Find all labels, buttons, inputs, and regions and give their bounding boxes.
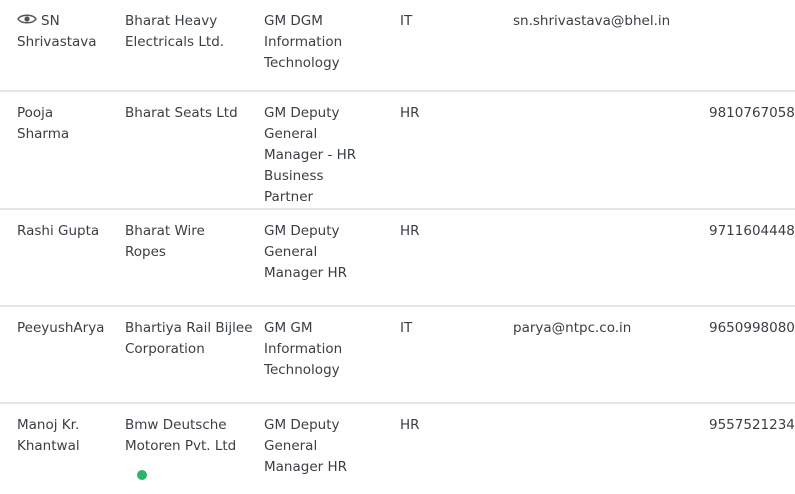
- email-link[interactable]: sn.shrivastava@bhel.in: [513, 0, 703, 32]
- email-link[interactable]: [513, 210, 703, 221]
- designation: GM GM Information Technology: [264, 320, 343, 378]
- contact-name[interactable]: Rashi Gupta: [17, 210, 117, 242]
- company-name: Bharat Seats Ltd: [125, 105, 238, 121]
- table-row[interactable]: PeeyushArya Bhartiya Rail Bijlee Corpora…: [0, 307, 795, 404]
- eye-icon[interactable]: [17, 12, 37, 26]
- department: HR: [400, 417, 420, 433]
- designation: GM Deputy General Manager - HR Business …: [264, 105, 357, 205]
- online-status-dot: [137, 470, 147, 480]
- department: HR: [400, 105, 420, 121]
- email-link[interactable]: [513, 404, 703, 415]
- department: IT: [400, 320, 413, 336]
- contact-name[interactable]: Manoj Kr. Khantwal: [17, 404, 97, 457]
- table-row[interactable]: Rashi Gupta Bharat Wire Ropes GM Deputy …: [0, 210, 795, 307]
- company-name: Bmw Deutsche Motoren Pvt. Ltd: [125, 417, 237, 454]
- contact-name[interactable]: Pooja Sharma: [17, 92, 87, 145]
- table-row[interactable]: Manoj Kr. Khantwal Bmw Deutsche Motoren …: [0, 404, 795, 494]
- department: IT: [400, 13, 413, 29]
- department: HR: [400, 223, 420, 239]
- email-link[interactable]: [513, 92, 703, 103]
- designation: GM Deputy General Manager HR: [264, 417, 347, 475]
- company-name: Bhartiya Rail Bijlee Corporation: [125, 320, 253, 357]
- contact-name-line2: Shrivastava: [17, 34, 97, 50]
- contact-name-line1: SN: [41, 13, 60, 29]
- company-name: Bharat Heavy Electricals Ltd.: [125, 13, 225, 50]
- phone-number: 9557521234: [709, 417, 795, 433]
- company-name: Bharat Wire Ropes: [125, 223, 205, 260]
- email-link[interactable]: parya@ntpc.co.in: [513, 307, 703, 339]
- table-row[interactable]: Pooja Sharma Bharat Seats Ltd GM Deputy …: [0, 92, 795, 210]
- phone-number: 9650998080: [709, 320, 795, 336]
- designation: GM DGM Information Technology: [264, 13, 343, 71]
- table-row[interactable]: SN Shrivastava Bharat Heavy Electricals …: [0, 0, 795, 92]
- designation: GM Deputy General Manager HR: [264, 223, 347, 281]
- phone-number: 9810767058: [709, 105, 795, 121]
- contact-name[interactable]: SN Shrivastava: [17, 0, 117, 53]
- phone-number: 9711604448: [709, 223, 795, 239]
- contact-name[interactable]: PeeyushArya: [17, 307, 117, 339]
- phone-number: [709, 0, 795, 11]
